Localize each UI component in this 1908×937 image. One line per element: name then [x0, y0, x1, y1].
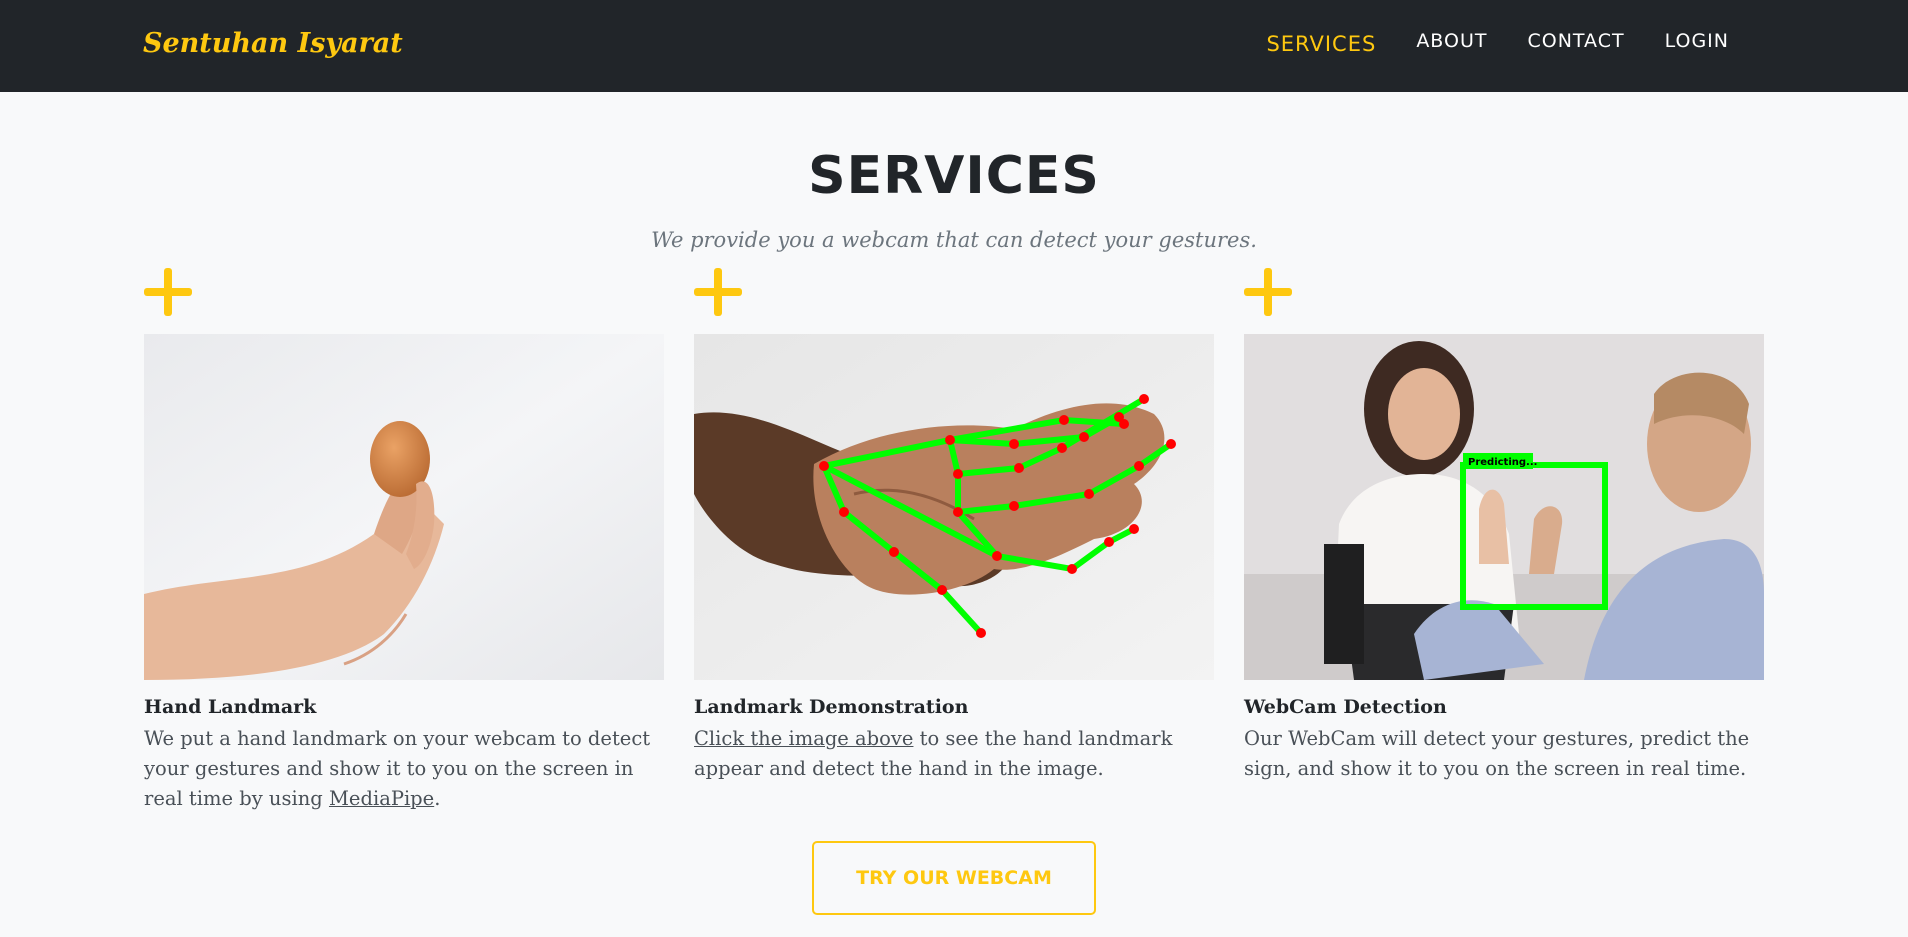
- service-title: Landmark Demonstration: [694, 696, 969, 718]
- plus-icon: [1244, 268, 1292, 316]
- service-hand-landmark: Hand Landmark We put a hand landmark on …: [144, 268, 664, 814]
- service-title: Hand Landmark: [144, 696, 317, 718]
- nav-link-contact[interactable]: CONTACT: [1527, 30, 1624, 56]
- section-subheading: We provide you a webcam that can detect …: [651, 228, 1257, 252]
- mediapipe-link[interactable]: MediaPipe: [329, 787, 434, 810]
- service-landmark-demo: Landmark Demonstration Click the image a…: [694, 268, 1214, 784]
- service-webcam-detection: Predicting... WebCam Detection Our WebCa…: [1244, 268, 1764, 784]
- navbar: Sentuhan Isyarat SERVICES ABOUT CONTACT …: [0, 0, 1908, 92]
- click-image-link[interactable]: Click the image above: [694, 727, 913, 750]
- brand-logo[interactable]: Sentuhan Isyarat: [143, 28, 403, 59]
- nav-link-login[interactable]: LOGIN: [1665, 30, 1729, 56]
- service-title: WebCam Detection: [1244, 696, 1447, 718]
- try-webcam-button[interactable]: TRY OUR WEBCAM: [812, 841, 1096, 915]
- landmark-demo-image[interactable]: [694, 334, 1214, 680]
- section-heading: SERVICES: [808, 146, 1100, 206]
- description-text-end: .: [434, 787, 441, 810]
- hand-egg-image: [144, 334, 664, 680]
- service-description: We put a hand landmark on your webcam to…: [144, 724, 664, 814]
- nav-menu: SERVICES ABOUT CONTACT LOGIN: [1266, 30, 1729, 56]
- service-description: Our WebCam will detect your gestures, pr…: [1244, 727, 1750, 780]
- service-description: Click the image above to see the hand la…: [694, 724, 1214, 784]
- plus-icon: [144, 268, 192, 316]
- webcam-detection-image: Predicting...: [1244, 334, 1764, 680]
- nav-link-about[interactable]: ABOUT: [1416, 30, 1487, 56]
- plus-icon: [694, 268, 742, 316]
- predicting-label: Predicting...: [1468, 457, 1537, 468]
- nav-link-services[interactable]: SERVICES: [1266, 32, 1376, 56]
